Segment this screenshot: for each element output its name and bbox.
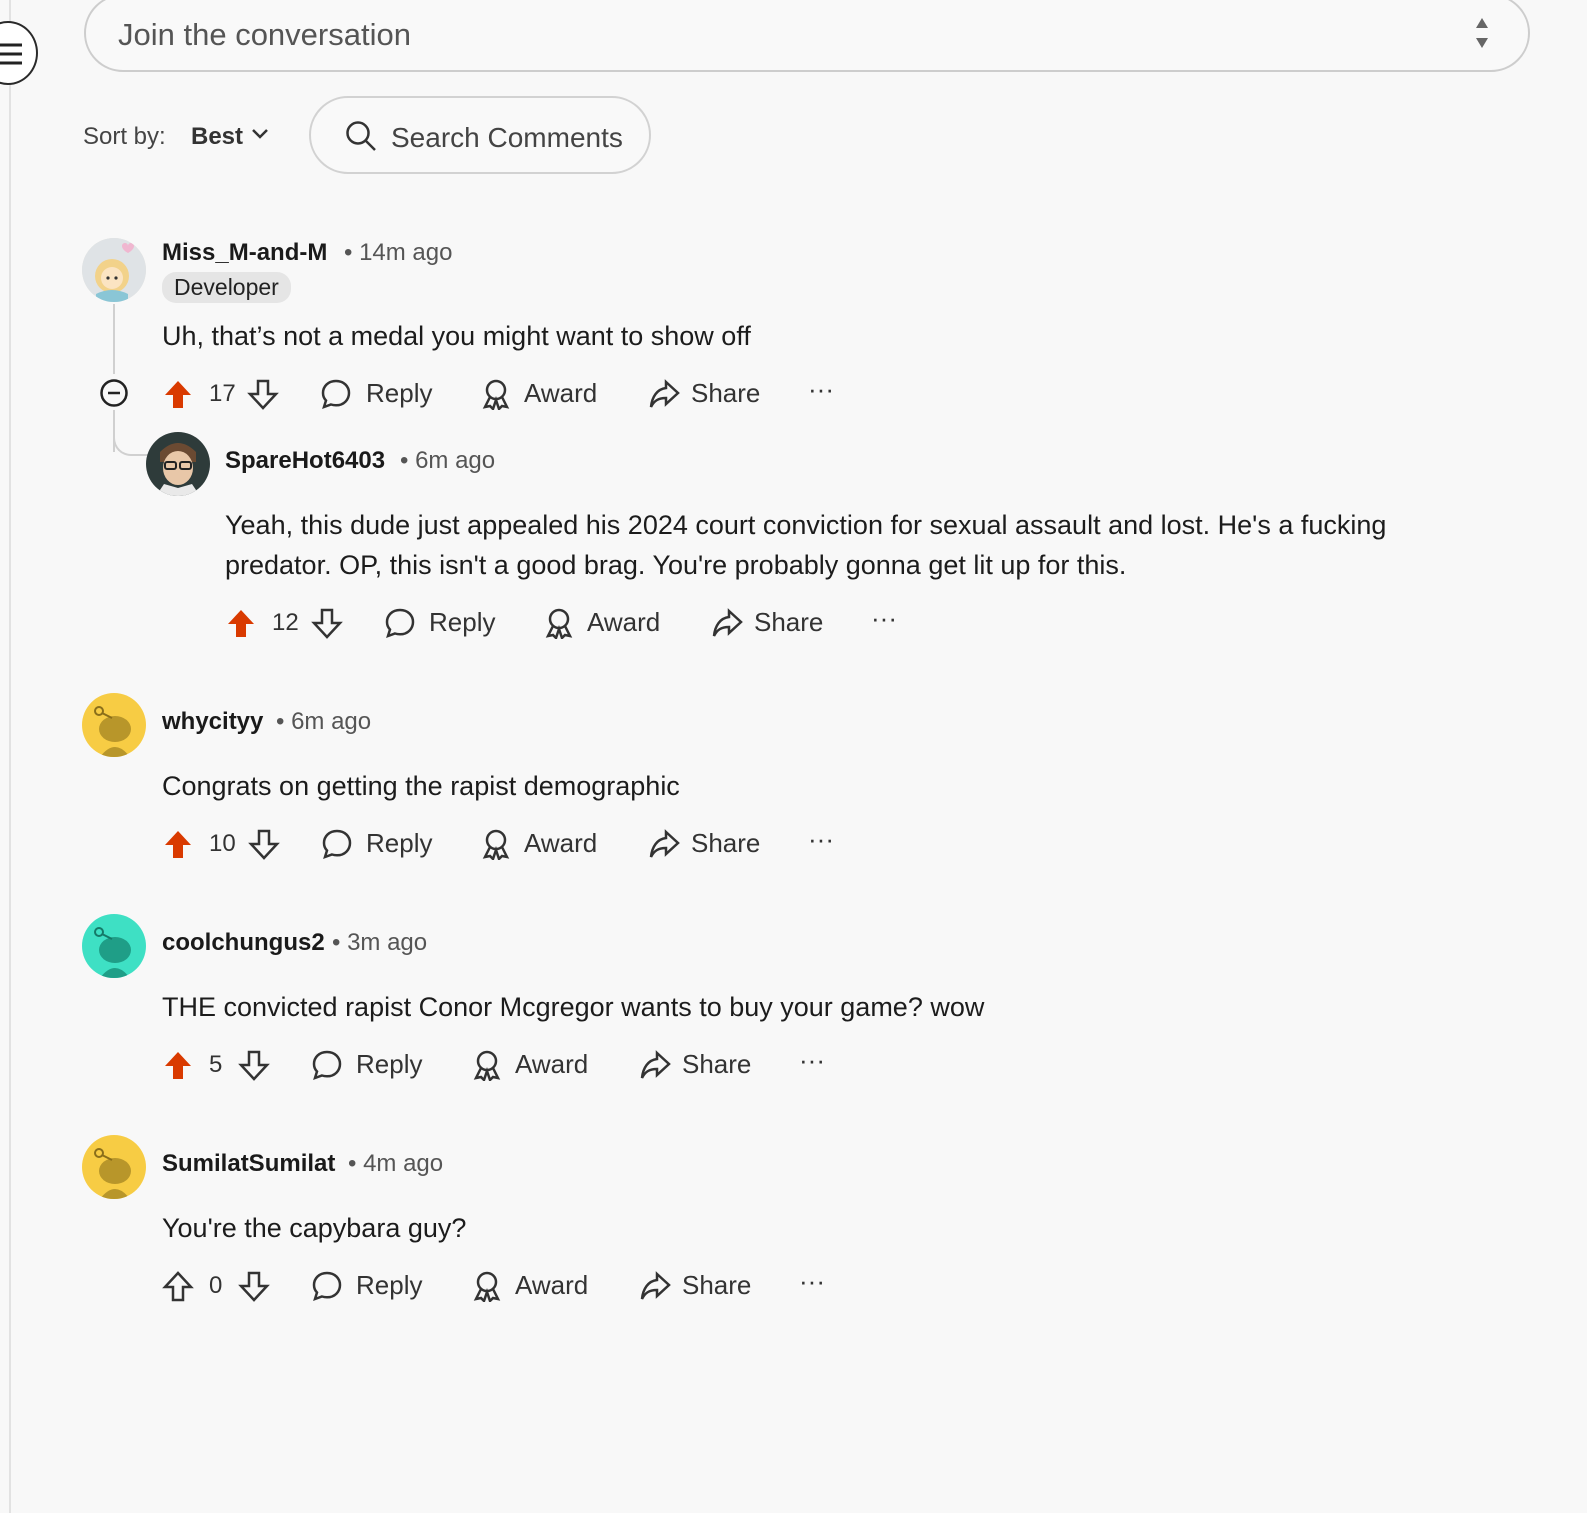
award-button[interactable]: Award [515,1049,588,1080]
avatar[interactable] [146,432,210,496]
avatar[interactable] [82,693,146,757]
downvote-icon[interactable] [238,1270,270,1302]
award-icon[interactable] [471,1270,503,1302]
award-icon[interactable] [480,378,512,410]
upvote-icon[interactable] [162,1049,194,1081]
award-icon[interactable] [480,828,512,860]
reply-button[interactable]: Reply [366,828,432,859]
award-icon[interactable] [471,1049,503,1081]
upvote-icon[interactable] [225,607,257,639]
vote-count: 17 [209,380,236,407]
vote-count: 5 [209,1051,223,1078]
reply-button[interactable]: Reply [429,607,495,638]
timestamp: • 4m ago [348,1150,444,1177]
reply-icon[interactable] [311,1049,343,1081]
comment-text: You're the capybara guy? [162,1213,467,1243]
search-comments-input[interactable]: Search Comments [309,96,651,174]
user-flair: Developer [162,272,291,303]
sort-dropdown[interactable]: Best [191,123,243,151]
reply-icon[interactable] [311,1270,343,1302]
reply-button[interactable]: Reply [356,1270,422,1301]
username[interactable]: whycityy [162,708,263,736]
share-button[interactable]: Share [682,1270,751,1301]
more-options-button[interactable]: ··· [799,1045,825,1076]
share-button[interactable]: Share [682,1049,751,1080]
vote-count: 0 [209,1272,223,1299]
comment: coolchungus2 • 3m ago THE convicted rapi… [0,911,1587,1111]
share-icon[interactable] [639,1270,671,1302]
downvote-icon[interactable] [247,378,279,410]
composer-placeholder: Join the conversation [118,17,411,52]
more-options-button[interactable]: ··· [808,824,834,855]
comment: whycityy • 6m ago Congrats on getting th… [0,690,1587,890]
more-options-button[interactable]: ··· [799,1266,825,1297]
timestamp: • 3m ago [332,929,428,956]
search-placeholder: Search Comments [391,122,623,153]
more-options-button[interactable]: ··· [808,374,834,405]
upvote-icon[interactable] [162,378,194,410]
resize-icon [1476,18,1488,48]
reply-icon[interactable] [320,378,352,410]
share-icon[interactable] [648,378,680,410]
username[interactable]: coolchungus2 [162,929,325,957]
share-icon[interactable] [639,1049,671,1081]
comment-text: Yeah, this dude just appealed his 2024 c… [225,510,1387,580]
username[interactable]: SumilatSumilat [162,1150,335,1178]
share-icon[interactable] [711,607,743,639]
comment-text: Uh, that’s not a medal you might want to… [162,321,751,351]
search-icon [346,121,376,151]
timestamp: • 14m ago [344,239,453,266]
username[interactable]: SpareHot6403 [225,447,385,475]
avatar[interactable] [82,1135,146,1199]
avatar[interactable] [82,914,146,978]
comment: SumilatSumilat • 4m ago You're the capyb… [0,1132,1587,1332]
comment-actions: 10 Reply Award Share ··· [162,824,962,866]
comment-actions: 5 Reply Award Share ··· [162,1045,962,1087]
comment: Miss_M-and-M • 14m ago Developer Uh, tha… [0,230,1587,430]
comment-composer[interactable]: Join the conversation [84,0,1530,72]
award-button[interactable]: Award [587,607,660,638]
award-button[interactable]: Award [515,1270,588,1301]
reply-button[interactable]: Reply [366,378,432,409]
share-button[interactable]: Share [691,828,760,859]
share-icon[interactable] [648,828,680,860]
chevron-down-icon[interactable] [251,128,269,140]
avatar[interactable] [82,238,146,302]
sort-label: Sort by: [83,123,166,150]
more-options-button[interactable]: ··· [871,603,897,634]
reply-icon[interactable] [321,828,353,860]
comment-reply: SpareHot6403 • 6m ago Yeah, this dude ju… [0,430,1587,660]
comment-actions: 0 Reply Award Share ··· [162,1266,962,1308]
share-button[interactable]: Share [691,378,760,409]
comment-text: THE convicted rapist Conor Mcgregor want… [162,992,985,1022]
menu-button[interactable] [0,21,38,85]
share-button[interactable]: Share [754,607,823,638]
timestamp: • 6m ago [400,447,496,474]
comment-actions: 12 Reply Award Share ··· [225,603,1025,645]
vote-count: 10 [209,830,236,857]
downvote-icon[interactable] [248,828,280,860]
comment-text: Congrats on getting the rapist demograph… [162,771,680,801]
downvote-icon[interactable] [238,1049,270,1081]
downvote-icon[interactable] [311,607,343,639]
award-icon[interactable] [543,607,575,639]
comment-actions: 17 Reply Award Share ··· [162,374,962,416]
upvote-icon[interactable] [162,828,194,860]
reply-button[interactable]: Reply [356,1049,422,1080]
hamburger-icon [0,43,22,65]
username[interactable]: Miss_M-and-M [162,239,327,267]
vote-count: 12 [272,609,299,636]
timestamp: • 6m ago [276,708,372,735]
sort-bar: Sort by: Best Search Comments [83,96,783,176]
award-button[interactable]: Award [524,378,597,409]
upvote-icon[interactable] [162,1270,194,1302]
award-button[interactable]: Award [524,828,597,859]
reply-icon[interactable] [384,607,416,639]
